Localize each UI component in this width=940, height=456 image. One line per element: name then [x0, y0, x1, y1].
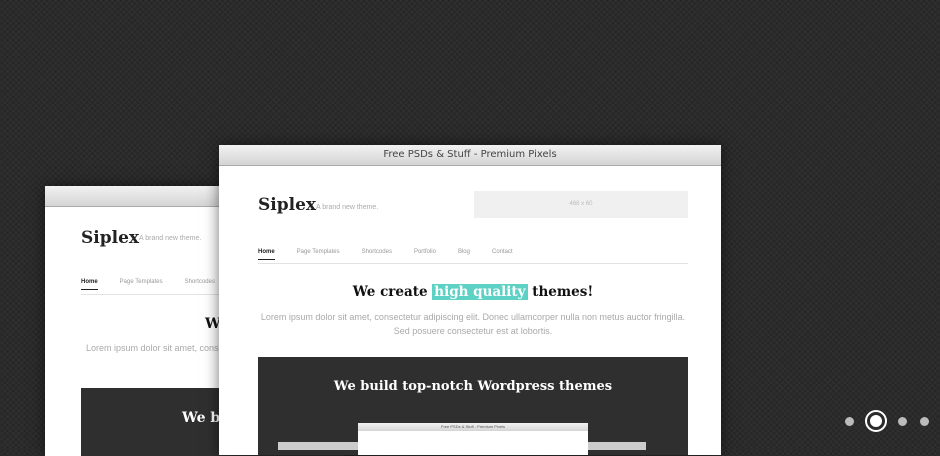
front-nav-divider [258, 263, 688, 264]
front-window-titlebar: Free PSDs & Stuff - Premium Pixels [219, 145, 721, 166]
back-logo: Siplex [81, 228, 140, 248]
mini-back-window-right [588, 442, 646, 450]
pager-dot-1[interactable] [844, 416, 854, 426]
headline-after: themes! [527, 284, 594, 300]
front-nav-page-templates: Page Templates [296, 249, 340, 255]
back-nav-home: Home [81, 279, 98, 290]
pager-dot-4[interactable] [919, 416, 929, 426]
ad-banner: 468 x 60 [474, 191, 688, 218]
front-lorem-line1: Lorem ipsum dolor sit amet, consectetur … [260, 312, 686, 322]
mini-back-window-left [278, 442, 360, 450]
front-lorem-line2: Sed posuere consectetur est at lobortis. [393, 326, 553, 336]
front-lorem: Lorem ipsum dolor sit amet, consectetur … [258, 310, 688, 338]
headline-before: We create [352, 284, 433, 300]
front-nav-blog: Blog [457, 249, 470, 255]
front-logo: Siplex [258, 195, 317, 215]
back-nav-shortcodes: Shortcodes [184, 279, 215, 285]
front-dark-title: We build top-notch Wordpress themes [333, 379, 613, 394]
pager-dot-3[interactable] [897, 416, 907, 426]
front-headline: We create high quality themes! [258, 284, 688, 300]
back-tagline: A brand new theme. [139, 235, 202, 242]
slider-pagination [838, 412, 935, 430]
front-dark-panel: We build top-notch Wordpress themes Free… [258, 357, 688, 455]
front-window-preview: Free PSDs & Stuff - Premium Pixels Siple… [219, 145, 721, 455]
back-lorem: Lorem ipsum dolor sit amet, conse [86, 343, 224, 353]
mini-window-titlebar: Free PSDs & Stuff - Premium Pixels [358, 423, 588, 431]
front-nav-portfolio: Portfolio [413, 249, 436, 255]
front-nav-contact: Contact [491, 249, 513, 255]
front-nav-home: Home [258, 249, 275, 260]
pager-dot-2-active[interactable] [866, 412, 885, 430]
back-nav-page-templates: Page Templates [119, 279, 163, 285]
front-nav: Home Page Templates Shortcodes Portfolio… [258, 249, 535, 260]
headline-highlight: high quality [432, 284, 528, 300]
front-tagline: A brand new theme. [316, 204, 379, 211]
front-nav-shortcodes: Shortcodes [361, 249, 392, 255]
mini-window-preview: Free PSDs & Stuff - Premium Pixels [358, 423, 588, 455]
